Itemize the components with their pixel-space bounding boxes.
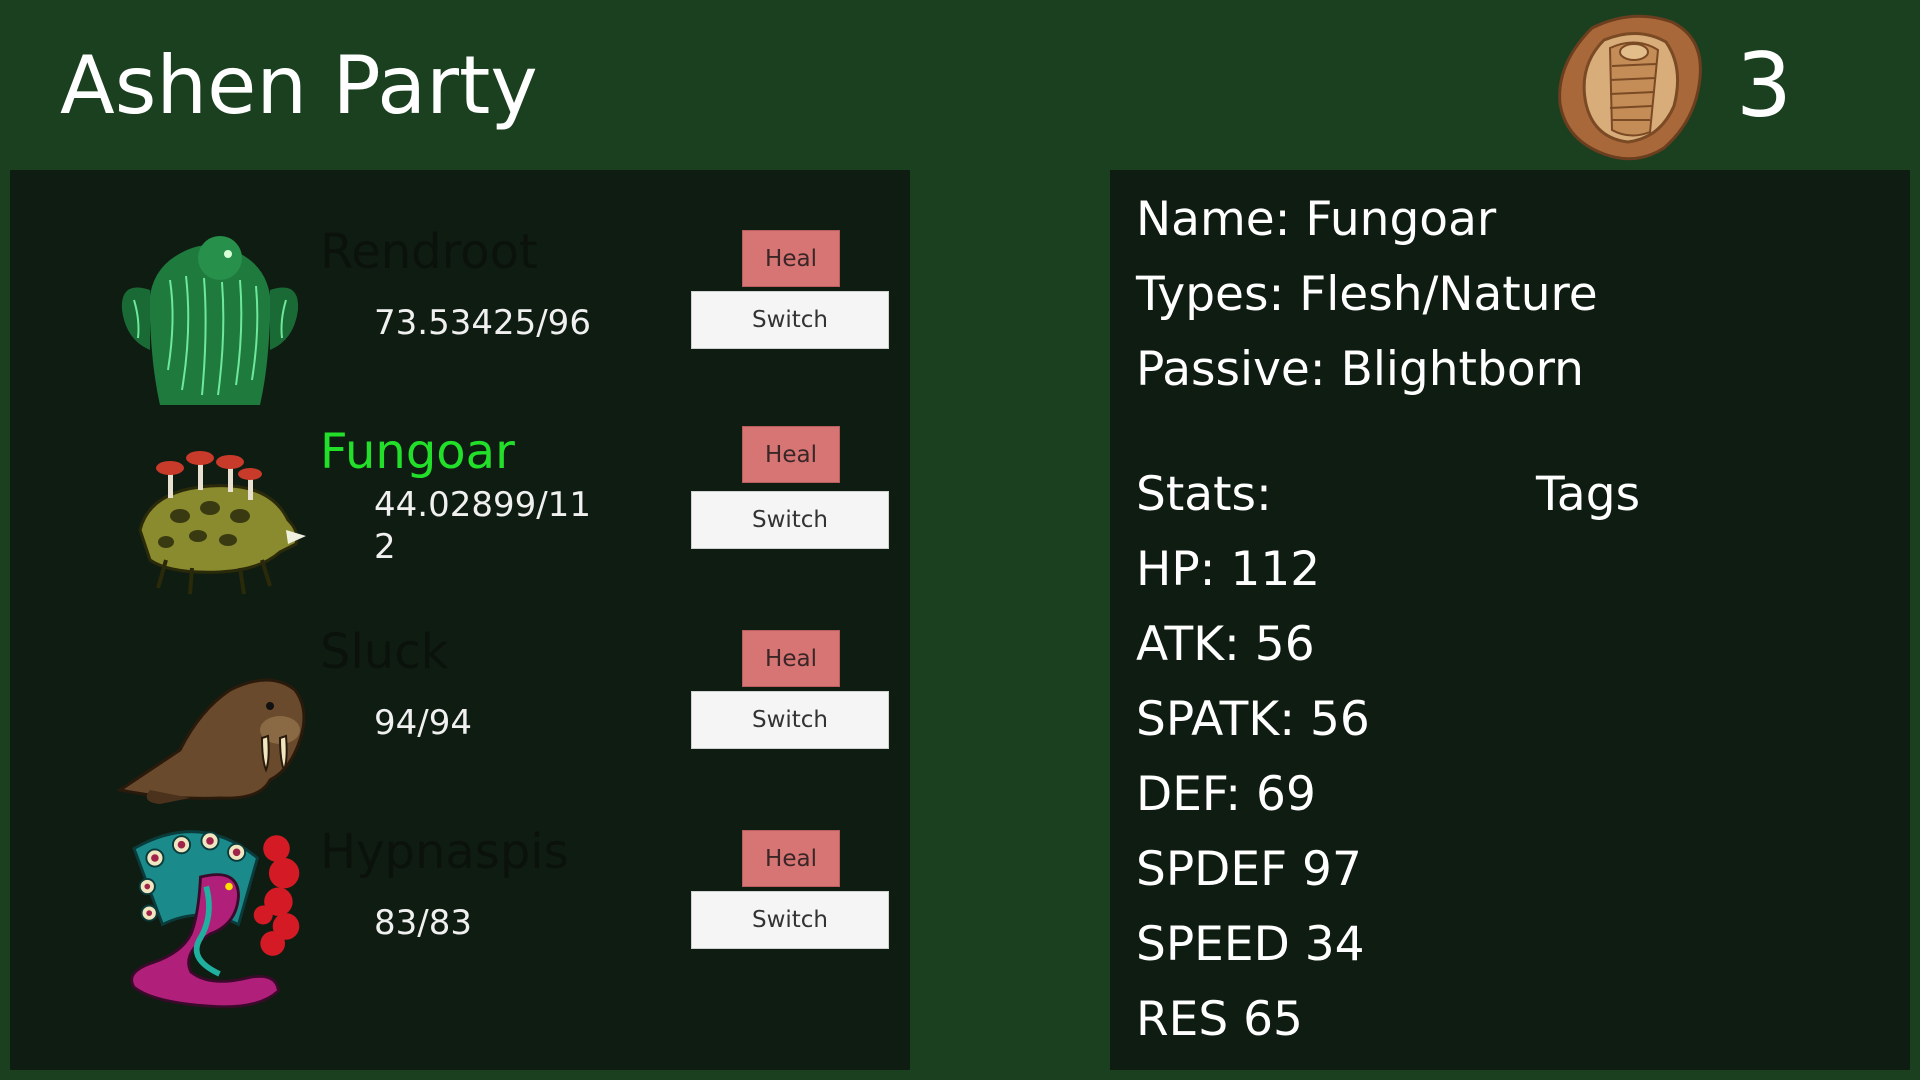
info-passive: Passive: Blightborn — [1136, 342, 1584, 397]
member-name: Rendroot — [320, 224, 538, 280]
tags-heading: Tags — [1536, 467, 1641, 522]
member-name: Sluck — [320, 624, 449, 680]
info-types: Types: Flesh/Nature — [1136, 267, 1598, 322]
switch-button[interactable]: Switch — [691, 691, 889, 749]
stat-speed: SPEED 34 — [1136, 917, 1365, 972]
member-hp: 73.53425/96 — [374, 303, 591, 343]
mushroom-boar-icon — [138, 451, 306, 595]
member-hp: 44.02899/112 — [374, 485, 591, 567]
stat-atk: ATK: 56 — [1136, 617, 1315, 672]
member-hp: 83/83 — [374, 903, 472, 943]
monster-info-panel: Name: Fungoar Types: Flesh/Nature Passiv… — [1110, 170, 1910, 1070]
party-member-sluck[interactable]: Sluck 94/94 Heal Switch — [10, 620, 910, 820]
party-panel: Rendroot 73.53425/96 Heal Switch Fungoar… — [10, 170, 910, 1070]
info-name: Name: Fungoar — [1136, 192, 1497, 247]
party-member-rendroot[interactable]: Rendroot 73.53425/96 Heal Switch — [10, 220, 910, 420]
walrus-icon — [116, 678, 306, 804]
stat-def: DEF: 69 — [1136, 767, 1316, 822]
stat-spdef: SPDEF 97 — [1136, 842, 1362, 897]
member-name: Hypnaspis — [320, 824, 569, 880]
switch-button[interactable]: Switch — [691, 491, 889, 549]
green-moss-bear-icon — [121, 236, 299, 405]
heal-button[interactable]: Heal — [742, 830, 840, 887]
hooded-serpent-icon — [130, 830, 300, 1009]
page-title: Ashen Party — [60, 39, 538, 132]
fossil-count: 3 — [1736, 34, 1792, 137]
trilobite-fossil-icon — [1558, 14, 1702, 161]
heal-button[interactable]: Heal — [742, 426, 840, 483]
party-member-hypnaspis[interactable]: Hypnaspis 83/83 Heal Switch — [10, 820, 910, 1020]
party-member-fungoar[interactable]: Fungoar 44.02899/112 Heal Switch — [10, 420, 910, 620]
member-name: Fungoar — [320, 424, 515, 480]
heal-button[interactable]: Heal — [742, 630, 840, 687]
stat-spatk: SPATK: 56 — [1136, 692, 1370, 747]
stat-res: RES 65 — [1136, 992, 1303, 1047]
stats-heading: Stats: — [1136, 467, 1272, 522]
switch-button[interactable]: Switch — [691, 891, 889, 949]
switch-button[interactable]: Switch — [691, 291, 889, 349]
heal-button[interactable]: Heal — [742, 230, 840, 287]
member-hp: 94/94 — [374, 703, 472, 743]
stat-hp: HP: 112 — [1136, 542, 1321, 597]
